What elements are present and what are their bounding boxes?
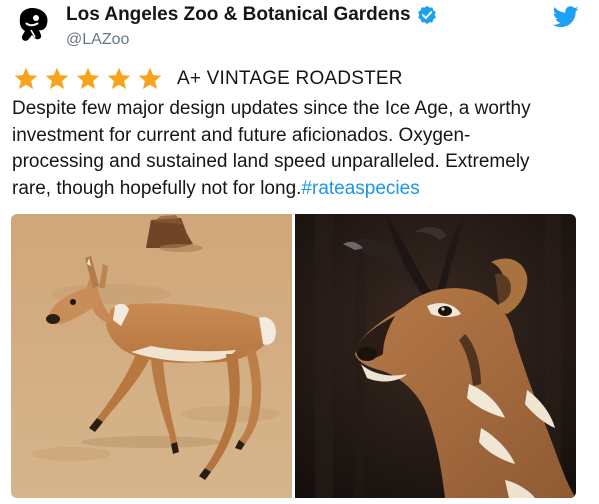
twitter-bird-icon[interactable] <box>552 6 579 28</box>
user-handle[interactable]: @LAZoo <box>66 31 129 49</box>
tweet-text-line: rare, though hopefully not for long. <box>12 177 302 199</box>
tweet-text: Despite few major design updates since t… <box>12 96 587 202</box>
verified-badge-icon <box>417 5 437 25</box>
tweet-card: Los Angeles Zoo & Botanical Gardens @LAZ… <box>0 0 599 504</box>
rating-row: A+ VINTAGE ROADSTER <box>12 66 403 92</box>
tweet-text-line: investment for current and future aficio… <box>12 124 471 146</box>
zoo-logo-icon[interactable] <box>14 4 54 44</box>
display-name[interactable]: Los Angeles Zoo & Botanical Gardens <box>66 4 437 26</box>
pronghorn-running-photo[interactable] <box>11 214 292 498</box>
star-icon <box>76 67 100 89</box>
hashtag-link[interactable]: #rateaspecies <box>301 178 419 199</box>
star-icon <box>45 67 69 89</box>
star-rating <box>12 66 167 92</box>
media-grid <box>11 214 576 498</box>
star-icon <box>14 67 38 89</box>
pronghorn-closeup-photo[interactable] <box>295 214 576 498</box>
star-icon <box>107 67 131 89</box>
star-icon <box>138 67 162 89</box>
tweet-text-line: processing and sustained land speed unpa… <box>12 151 530 172</box>
rating-title: A+ VINTAGE ROADSTER <box>177 68 403 89</box>
display-name-text: Los Angeles Zoo & Botanical Gardens <box>66 4 411 25</box>
tweet-text-line: Despite few major design updates since t… <box>12 98 531 119</box>
